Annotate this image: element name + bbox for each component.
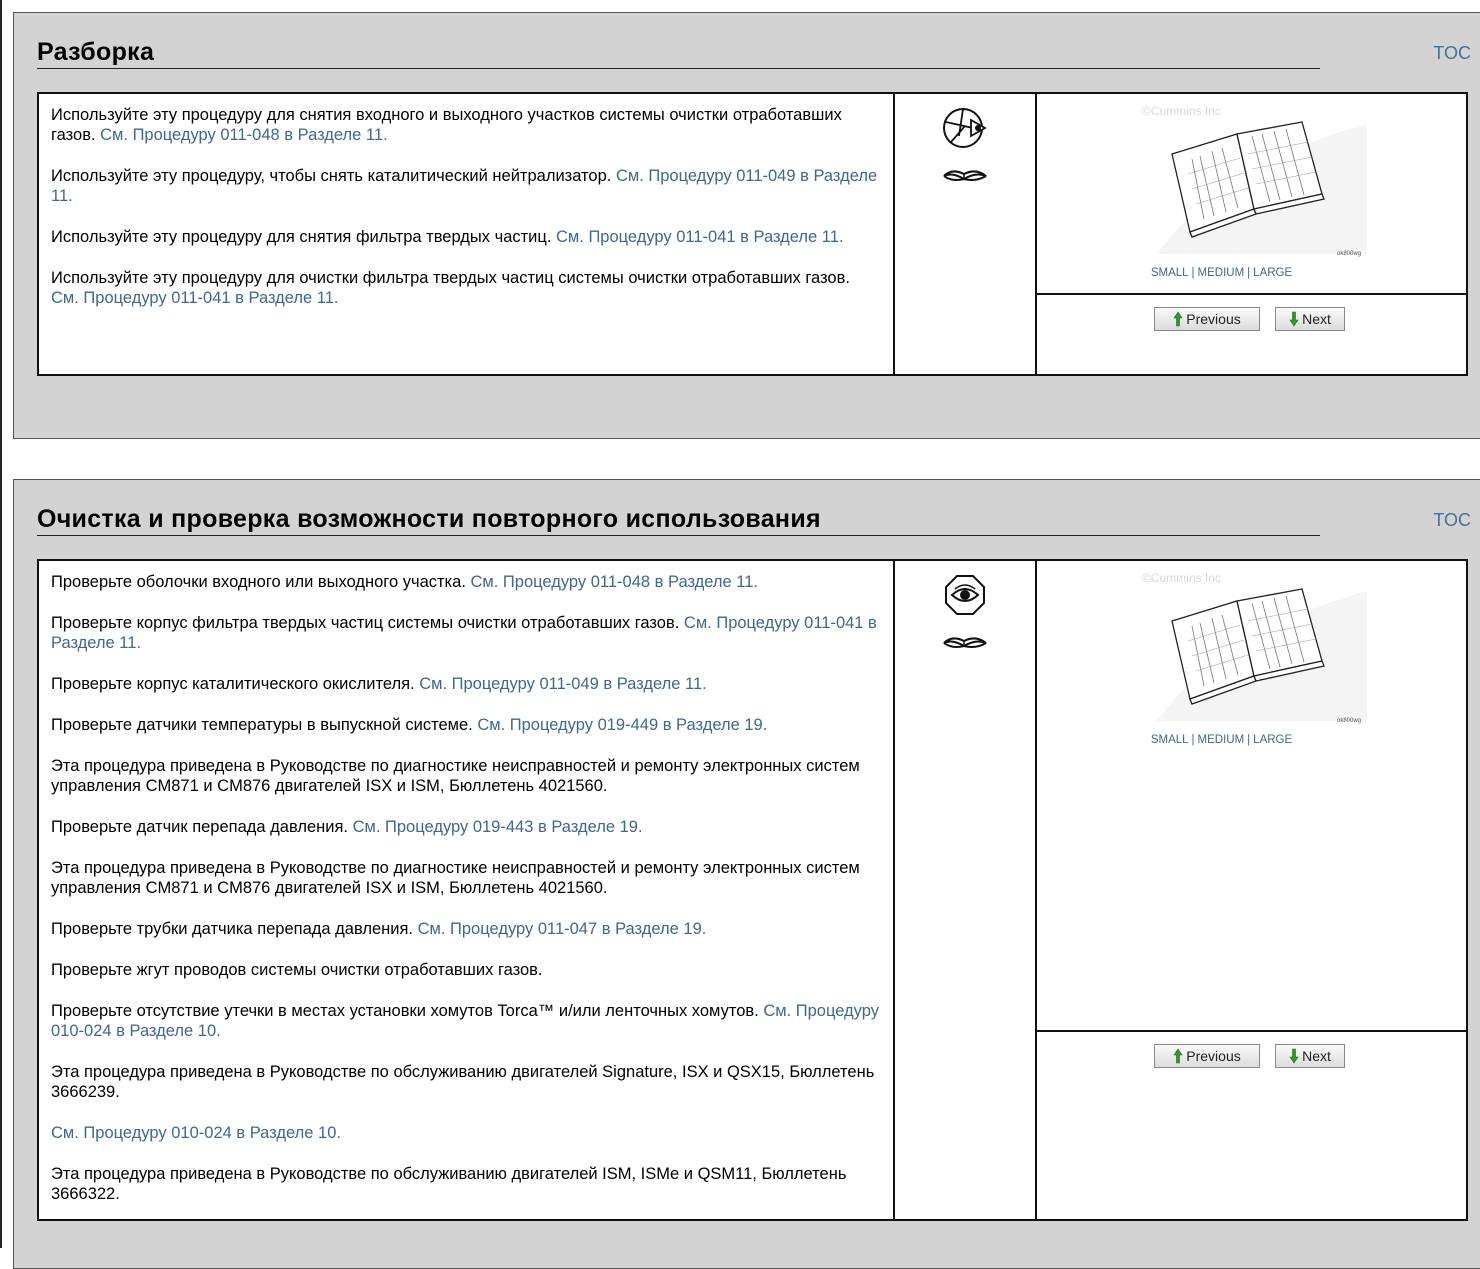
paragraph-text: Эта процедура приведена в Руководстве по… — [51, 757, 860, 795]
section-title: Очистка и проверка возможности повторног… — [37, 504, 1320, 536]
content-box: Проверьте оболочки входного или выходног… — [37, 559, 1468, 1221]
size-small-link[interactable]: SMALL — [1151, 734, 1189, 746]
size-medium-link[interactable]: MEDIUM — [1198, 267, 1245, 279]
left-border — [0, 0, 2, 1248]
paragraph: Эта процедура приведена в Руководстве по… — [51, 858, 881, 898]
paragraph-text: Используйте эту процедуру, чтобы снять к… — [51, 167, 616, 185]
paragraph: Проверьте датчик перепада давления. См. … — [51, 817, 881, 837]
size-small-link[interactable]: SMALL — [1151, 267, 1189, 279]
size-large-link[interactable]: LARGE — [1253, 267, 1292, 279]
paragraph-text: Эта процедура приведена в Руководстве по… — [51, 1165, 847, 1203]
paragraph-text: Проверьте корпус каталитического окислит… — [51, 675, 420, 693]
separator: | — [1191, 734, 1195, 746]
copyright-text: ©Cummins Inc — [1142, 104, 1221, 118]
arrow-up-icon — [1173, 1048, 1183, 1064]
icon-column — [895, 561, 1037, 1219]
section-title: Разборка — [37, 37, 1320, 69]
paragraph: Проверьте оболочки входного или выходног… — [51, 572, 881, 592]
paragraph: Эта процедура приведена в Руководстве по… — [51, 1062, 881, 1102]
procedure-link[interactable]: См. Процедуру 010-024 в Разделе 10. — [51, 1124, 341, 1142]
procedure-text: Используйте эту процедуру для снятия вхо… — [39, 94, 895, 374]
previous-label: Previous — [1186, 311, 1241, 327]
image-size-links: SMALL | MEDIUM | LARGE — [977, 734, 1466, 746]
nav-buttons: Previous Next — [1037, 295, 1466, 331]
book-illustration — [1142, 104, 1372, 264]
paragraph: Проверьте корпус каталитического окислит… — [51, 674, 881, 694]
section-cleaning-inspection: Очистка и проверка возможности повторног… — [13, 479, 1480, 1269]
paragraph: Проверьте трубки датчика перепада давлен… — [51, 919, 881, 939]
eye-inspect-icon — [945, 575, 985, 615]
content-box: Используйте эту процедуру для снятия вхо… — [37, 92, 1468, 376]
wrench-disassembly-icon — [943, 108, 987, 148]
paragraph-text: Используйте эту процедуру для очистки фи… — [51, 269, 850, 287]
paragraph: Проверьте отсутствие утечки в местах уст… — [51, 1001, 881, 1041]
paragraph-text: Проверьте отсутствие утечки в местах уст… — [51, 1002, 764, 1020]
paragraph: Используйте эту процедуру для снятия вхо… — [51, 105, 881, 145]
manual-book-icon — [943, 170, 987, 181]
section-disassembly: Разборка TOC Используйте эту процедуру д… — [13, 12, 1480, 439]
toc-link[interactable]: TOC — [1433, 43, 1471, 64]
previous-label: Previous — [1186, 1048, 1241, 1064]
separator: | — [1247, 734, 1251, 746]
procedure-link[interactable]: См. Процедуру 011-049 в Разделе 11. — [419, 675, 707, 693]
nav-buttons: Previous Next — [1037, 1032, 1466, 1068]
paragraph-text: Проверьте датчик перепада давления. — [51, 818, 353, 836]
procedure-link[interactable]: См. Процедуру 011-041 в Разделе 11. — [556, 228, 844, 246]
previous-button[interactable]: Previous — [1154, 307, 1260, 331]
image-code: ok800wg — [1337, 251, 1362, 257]
procedure-text: Проверьте оболочки входного или выходног… — [39, 561, 895, 1219]
paragraph: См. Процедуру 010-024 в Разделе 10. — [51, 1123, 881, 1143]
paragraph: Используйте эту процедуру, чтобы снять к… — [51, 166, 881, 206]
paragraph: Проверьте жгут проводов системы очистки … — [51, 960, 881, 980]
illustration-panel: ©Cummins Inc ok800wg SMALL | MEDIUM | LARGE — [1037, 94, 1466, 295]
separator: | — [1191, 267, 1195, 279]
paragraph-text: Проверьте датчики температуры в выпускно… — [51, 716, 478, 734]
icon-column — [895, 94, 1037, 374]
next-label: Next — [1302, 311, 1331, 327]
paragraph-text: Проверьте жгут проводов системы очистки … — [51, 961, 543, 979]
next-button[interactable]: Next — [1275, 1044, 1345, 1068]
paragraph-text: Проверьте корпус фильтра твердых частиц … — [51, 614, 684, 632]
arrow-down-icon — [1289, 1048, 1299, 1064]
next-button[interactable]: Next — [1275, 307, 1345, 331]
paragraph: Проверьте датчики температуры в выпускно… — [51, 715, 881, 735]
next-label: Next — [1302, 1048, 1331, 1064]
procedure-link[interactable]: См. Процедуру 011-047 в Разделе 19. — [418, 920, 707, 938]
arrow-down-icon — [1289, 311, 1299, 327]
procedure-link[interactable]: См. Процедуру 011-048 в Разделе 11. — [471, 573, 759, 591]
paragraph: Эта процедура приведена в Руководстве по… — [51, 1164, 881, 1204]
procedure-link[interactable]: См. Процедуру 019-443 в Разделе 19. — [353, 818, 643, 836]
image-size-links: SMALL | MEDIUM | LARGE — [977, 267, 1466, 279]
procedure-link[interactable]: См. Процедуру 011-048 в Разделе 11. — [100, 126, 388, 144]
paragraph-text: Используйте эту процедуру для снятия фил… — [51, 228, 557, 246]
paragraph-text: Проверьте трубки датчика перепада давлен… — [51, 920, 418, 938]
paragraph: Эта процедура приведена в Руководстве по… — [51, 756, 881, 796]
paragraph-text: Проверьте оболочки входного или выходног… — [51, 573, 471, 591]
separator: | — [1247, 267, 1251, 279]
manual-book-icon — [943, 637, 987, 648]
book-illustration — [1142, 571, 1372, 731]
paragraph: Проверьте корпус фильтра твердых частиц … — [51, 613, 881, 653]
toc-link[interactable]: TOC — [1433, 510, 1471, 531]
image-code: ok800wg — [1337, 718, 1362, 724]
size-medium-link[interactable]: MEDIUM — [1198, 734, 1245, 746]
illustration-column: ©Cummins Inc ok800wg SMALL | MEDIUM | LARGE … — [1037, 561, 1466, 1219]
illustration-panel: ©Cummins Inc ok800wg SMALL | MEDIUM | LARGE — [1037, 561, 1466, 1032]
paragraph: Используйте эту процедуру для очистки фи… — [51, 268, 881, 308]
size-large-link[interactable]: LARGE — [1253, 734, 1292, 746]
arrow-up-icon — [1173, 311, 1183, 327]
procedure-link[interactable]: См. Процедуру 019-449 в Разделе 19. — [477, 716, 767, 734]
paragraph-text: Эта процедура приведена в Руководстве по… — [51, 1063, 875, 1101]
illustration-column: ©Cummins Inc ok800wg SMALL | MEDIUM | LARGE … — [1037, 94, 1466, 374]
previous-button[interactable]: Previous — [1154, 1044, 1260, 1068]
copyright-text: ©Cummins Inc — [1142, 571, 1221, 585]
procedure-link[interactable]: См. Процедуру 011-041 в Разделе 11. — [51, 289, 339, 307]
paragraph: Используйте эту процедуру для снятия фил… — [51, 227, 881, 247]
paragraph-text: Эта процедура приведена в Руководстве по… — [51, 859, 860, 897]
